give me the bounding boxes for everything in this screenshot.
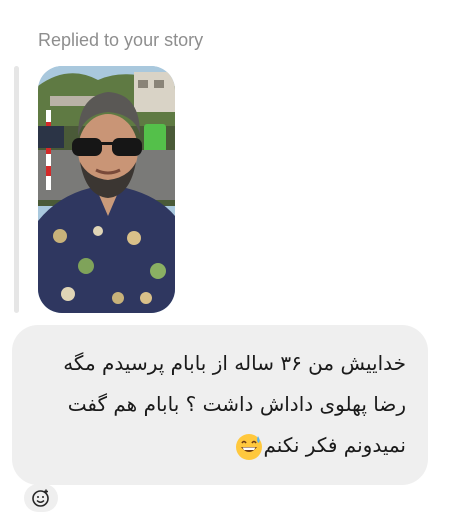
grinning-sweat-emoji-icon	[236, 433, 263, 460]
story-photo-icon	[38, 66, 175, 313]
message-line-2: رضا پهلوی داداش داشت ؟ بابام هم گفت	[67, 392, 406, 416]
message-bubble[interactable]: خداییش من ۳۶ ساله از بابام پرسیدم مگه رض…	[12, 325, 428, 485]
add-reaction-button[interactable]	[24, 484, 58, 512]
reply-quote-bar	[14, 66, 19, 313]
message-line-3: نمیدونم فکر نکنم	[30, 425, 406, 466]
message-line-3-text: نمیدونم فکر نکنم	[263, 433, 406, 457]
replied-to-story-label: Replied to your story	[38, 30, 204, 50]
story-thumbnail[interactable]	[38, 66, 175, 313]
add-reaction-smiley-icon	[32, 489, 49, 507]
message-line-1: خداییش من ۳۶ ساله از بابام پرسیدم مگه	[63, 351, 406, 375]
